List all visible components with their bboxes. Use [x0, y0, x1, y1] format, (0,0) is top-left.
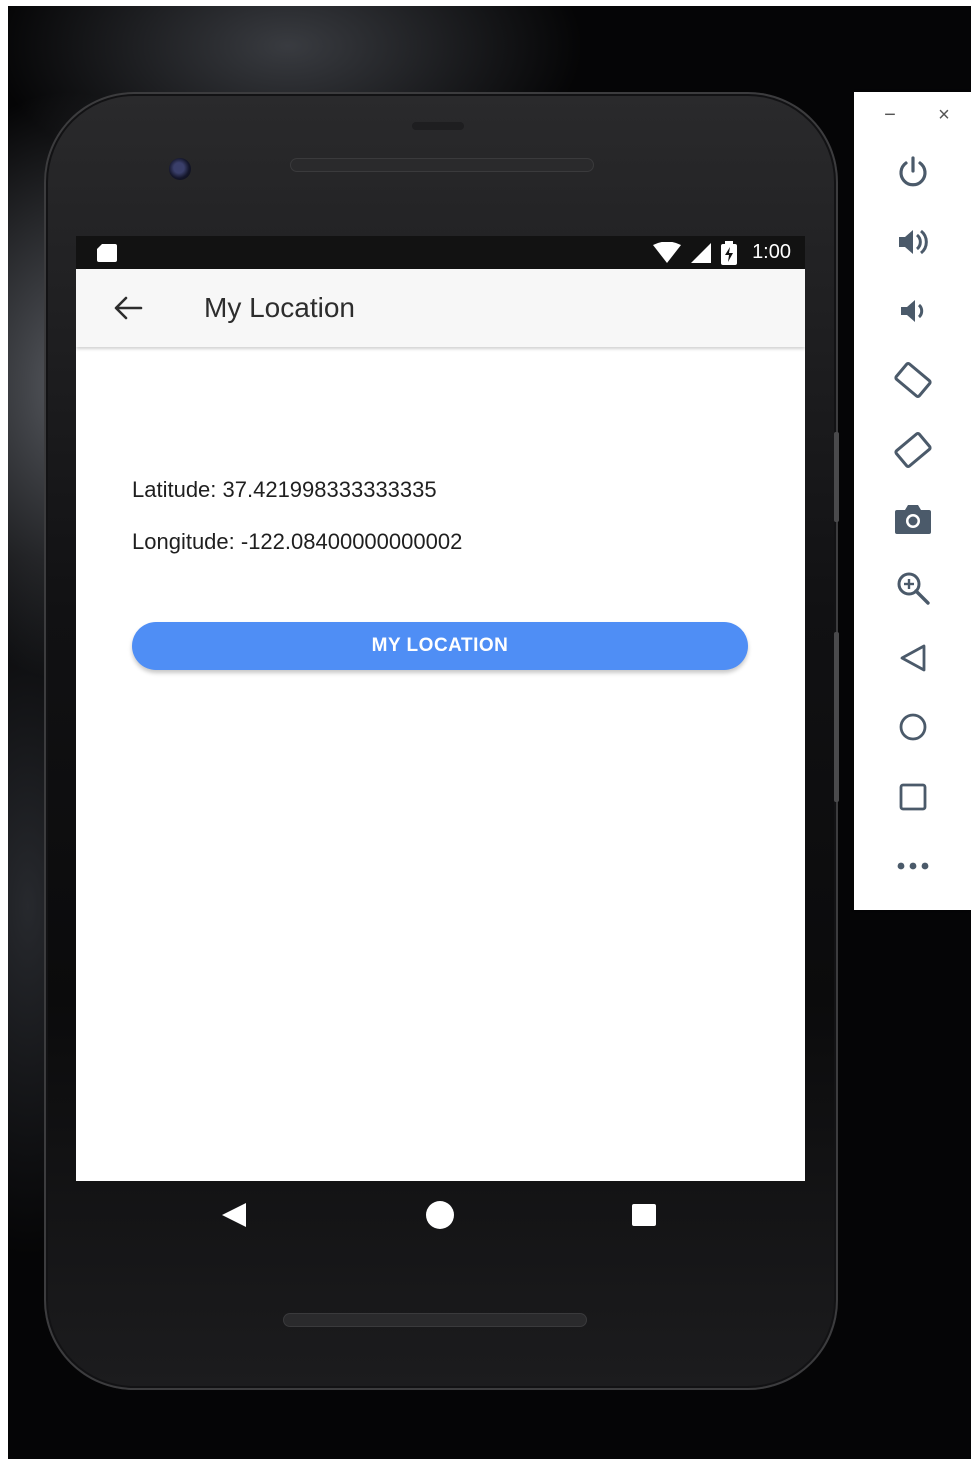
nav-home-button[interactable] [420, 1195, 460, 1235]
more-icon [897, 862, 929, 870]
bottom-speaker [284, 1314, 586, 1326]
volume-down-icon [901, 300, 924, 322]
emu-more-button[interactable] [893, 846, 933, 886]
volume-up-icon [899, 229, 928, 255]
rotate-right-icon [894, 432, 932, 468]
signal-icon [691, 242, 712, 263]
phone-volume-key [834, 632, 839, 802]
my-location-button[interactable]: MY LOCATION [132, 622, 748, 670]
zoom-button[interactable] [893, 568, 933, 608]
emu-home-button[interactable] [893, 707, 933, 747]
power-icon [899, 156, 927, 187]
zoom-icon [897, 572, 930, 605]
page-title: My Location [204, 292, 355, 323]
latitude-text: Latitude: 37.421998333333335 [132, 477, 437, 502]
back-icon [900, 644, 926, 672]
overview-icon [899, 783, 927, 811]
recents-square-icon [632, 1204, 656, 1226]
emulator-toolbar: − × [854, 92, 971, 910]
status-time: 1:00 [752, 241, 791, 263]
nav-recents-button[interactable] [624, 1195, 664, 1235]
home-circle-icon [426, 1201, 454, 1229]
volume-up-button[interactable] [893, 222, 933, 262]
screenshot-button[interactable] [893, 499, 933, 539]
volume-down-button[interactable] [893, 291, 933, 331]
sd-card-icon [97, 244, 117, 262]
phone-power-key [834, 432, 839, 522]
app-bar: My Location [76, 269, 805, 347]
rotate-left-button[interactable] [893, 360, 933, 400]
device-screen: 1:00 My Location Latitude: 37.4219983333… [76, 236, 805, 1181]
back-button[interactable] [106, 286, 150, 330]
emu-back-button[interactable] [893, 638, 933, 678]
nav-back-button[interactable] [214, 1195, 254, 1235]
emu-overview-button[interactable] [893, 777, 933, 817]
wifi-icon [653, 241, 682, 263]
front-camera [169, 158, 191, 180]
minimize-button[interactable]: − [878, 104, 902, 127]
status-icons: 1:00 [652, 236, 791, 269]
back-triangle-icon [222, 1203, 246, 1227]
top-slot [412, 122, 464, 130]
camera-icon [895, 505, 931, 534]
longitude-text: Longitude: -122.08400000000002 [132, 529, 463, 554]
phone-frame: 1:00 My Location Latitude: 37.4219983333… [44, 92, 839, 1390]
home-icon [899, 713, 927, 741]
earpiece-speaker [291, 159, 593, 171]
power-button[interactable] [893, 152, 933, 192]
battery-charging-icon [721, 240, 738, 265]
rotate-left-icon [894, 362, 932, 398]
close-button[interactable]: × [932, 104, 956, 127]
arrow-back-icon [114, 296, 143, 320]
rotate-right-button[interactable] [893, 430, 933, 470]
status-bar: 1:00 [76, 236, 805, 269]
android-nav-bar [76, 1181, 805, 1251]
